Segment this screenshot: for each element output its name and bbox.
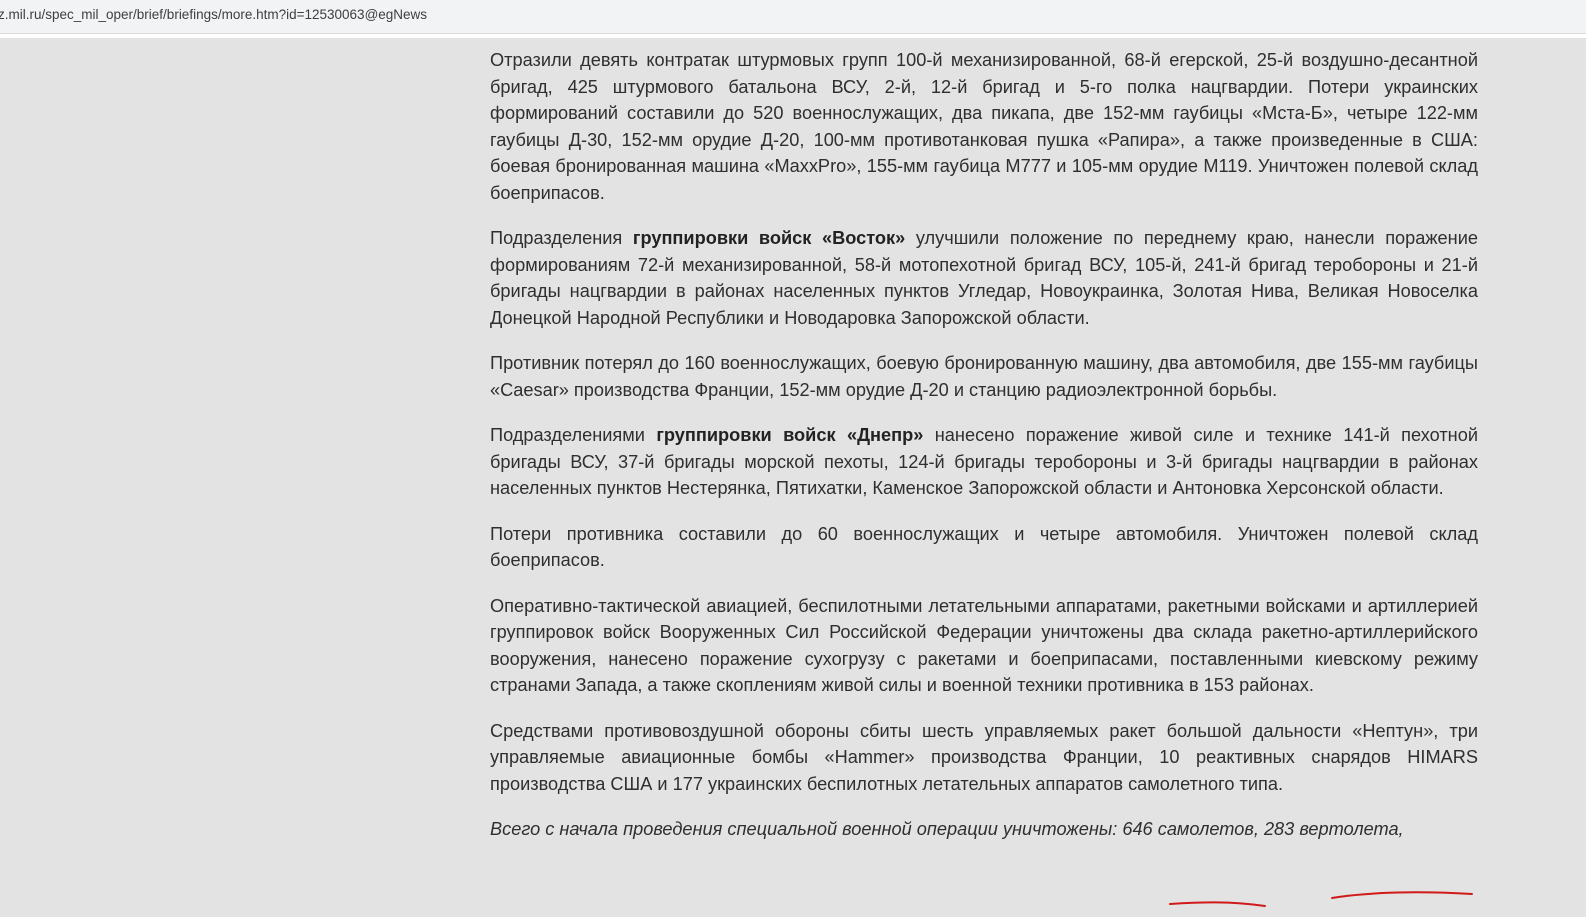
paragraph-vostok-prefix: Подразделения: [490, 228, 633, 248]
dnepr-group-name: группировки войск «Днепр»: [656, 425, 924, 445]
paragraph-air-defense: Средствами противовоздушной обороны сбит…: [490, 720, 1478, 794]
paragraph-dnepr-losses: Потери противника составили до 60 военно…: [490, 523, 1478, 571]
underline-stroke-1: [1169, 901, 1266, 907]
paragraph-total-losses: Всего с начала проведения специальной во…: [490, 819, 1404, 839]
paragraph-dnepr: Подразделениями группировки войск «Днепр…: [490, 422, 1478, 502]
paragraph-dnepr-prefix: Подразделениями: [490, 425, 657, 445]
article-body: Отразили девять контратак штурмовых груп…: [490, 47, 1478, 862]
underline-stroke-2: [1331, 891, 1473, 899]
browser-address-bar[interactable]: z.mil.ru/spec_mil_oper/brief/briefings/m…: [0, 0, 1586, 34]
url-text[interactable]: z.mil.ru/spec_mil_oper/brief/briefings/m…: [0, 7, 427, 22]
page-top-border: [0, 34, 1586, 38]
paragraph-counterattacks: Отразили девять контратак штурмовых груп…: [490, 50, 1478, 203]
paragraph-aviation: Оперативно-тактической авиацией, беспило…: [490, 595, 1478, 696]
vostok-group-name: группировки войск «Восток»: [632, 228, 906, 248]
red-underline-annotation: [1169, 891, 1473, 907]
paragraph-vostok-losses: Противник потерял до 160 военнослужащих,…: [490, 353, 1478, 400]
paragraph-vostok: Подразделения группировки войск «Восток»…: [490, 225, 1478, 331]
